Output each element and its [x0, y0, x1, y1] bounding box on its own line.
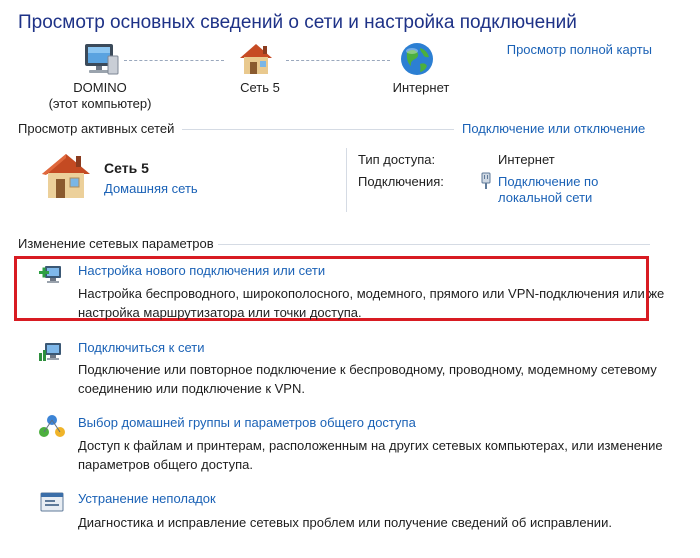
map-internet-label: Интернет — [392, 80, 450, 95]
map-network-name: Сеть 5 — [240, 80, 280, 95]
new-connection-description: Настройка беспроводного, широкополосного… — [78, 286, 665, 320]
computer-note: (этот компьютер) — [48, 96, 152, 111]
section-divider — [182, 129, 454, 130]
access-type-value: Интернет — [498, 152, 555, 167]
house-icon — [38, 148, 94, 202]
page-title: Просмотр основных сведений о сети и наст… — [18, 12, 577, 33]
full-map-link[interactable]: Просмотр полной карты — [507, 42, 652, 57]
connection-link-line1[interactable]: Подключение по — [498, 174, 598, 189]
map-link-line — [124, 60, 224, 61]
connections-label: Подключения: — [358, 174, 444, 189]
new-connection-icon — [38, 262, 66, 286]
computer-icon[interactable] — [82, 42, 120, 78]
homegroup-link[interactable]: Выбор домашней группы и параметров общег… — [78, 415, 416, 430]
troubleshoot-description: Диагностика и исправление сетевых пробле… — [78, 515, 612, 530]
homegroup-description: Доступ к файлам и принтерам, расположенн… — [78, 438, 663, 472]
connect-network-icon — [38, 339, 66, 365]
section-divider — [218, 244, 650, 245]
connect-network-link[interactable]: Подключиться к сети — [78, 340, 204, 355]
change-settings-title: Изменение сетевых параметров — [18, 236, 214, 251]
access-type-label: Тип доступа: — [358, 152, 436, 167]
troubleshoot-icon — [38, 490, 66, 516]
vertical-divider — [346, 148, 347, 212]
connect-disconnect-link[interactable]: Подключение или отключение — [462, 121, 645, 136]
computer-name: DOMINO — [73, 80, 127, 95]
map-link-line — [286, 60, 390, 61]
network-type-link[interactable]: Домашняя сеть — [104, 181, 198, 196]
troubleshoot-link[interactable]: Устранение неполадок — [78, 491, 216, 506]
active-network-name: Сеть 5 — [104, 160, 149, 176]
connect-network-description: Подключение или повторное подключение к … — [78, 362, 657, 396]
new-connection-link[interactable]: Настройка нового подключения или сети — [78, 263, 325, 278]
homegroup-icon — [38, 414, 66, 440]
active-networks-title: Просмотр активных сетей — [18, 121, 175, 136]
home-network-icon[interactable] — [236, 38, 276, 78]
connection-link-line2[interactable]: локальной сети — [498, 190, 592, 205]
internet-globe-icon[interactable] — [398, 40, 436, 78]
ethernet-icon — [480, 172, 492, 190]
